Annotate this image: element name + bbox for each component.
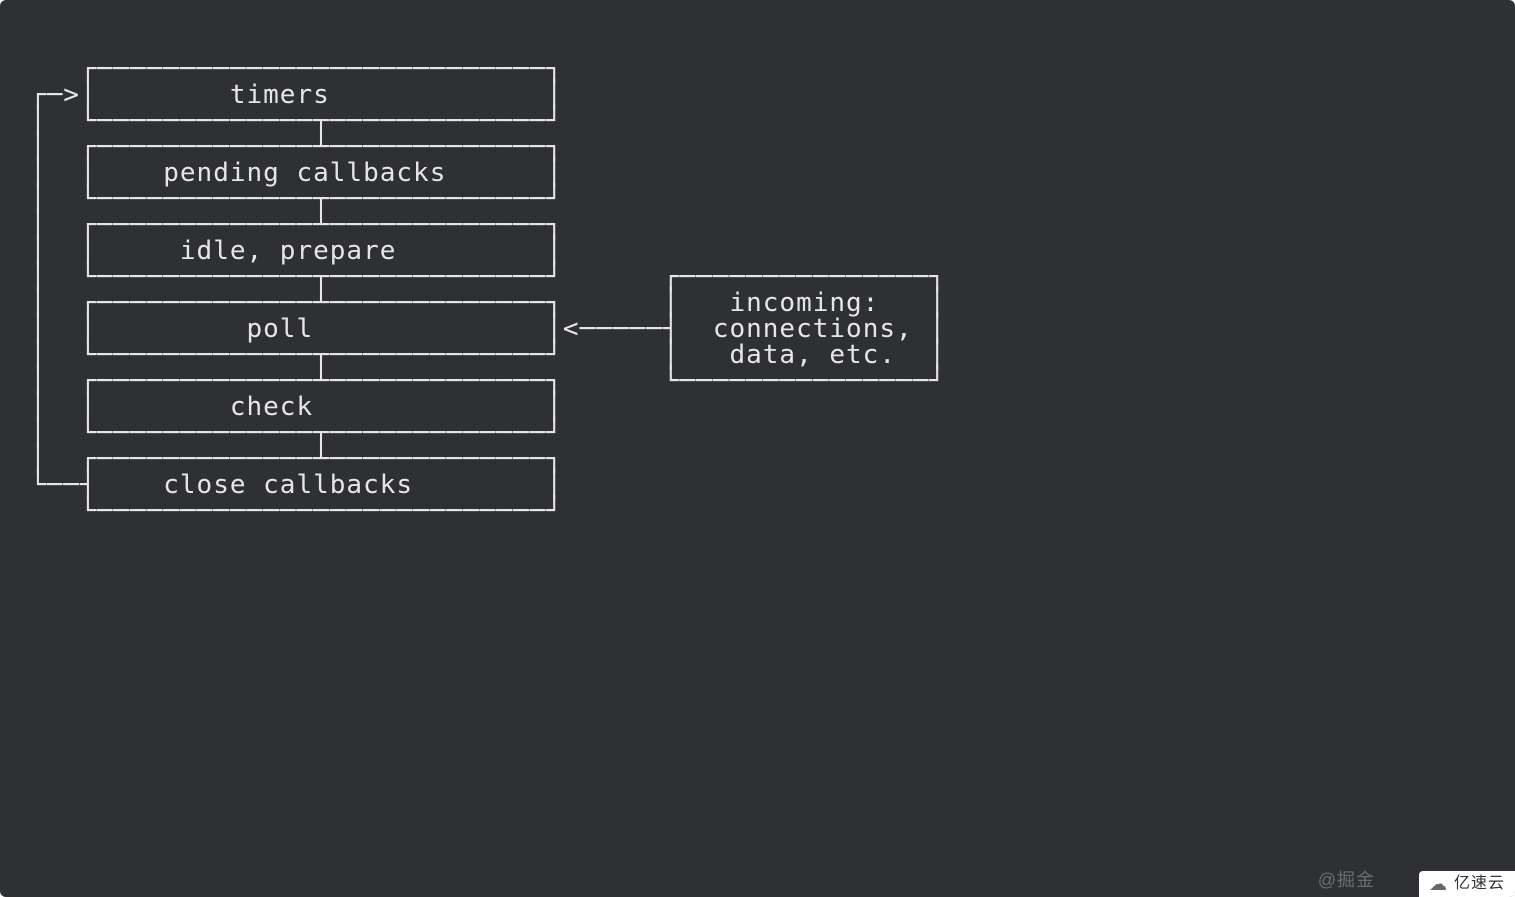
watermark-text: 亿速云 <box>1454 876 1505 892</box>
incoming-line3: data, etc. <box>729 340 896 370</box>
phase-close: close callbacks <box>163 470 413 500</box>
diagram-frame: ┌───────────────────────────┐ ┌─>│ timer… <box>0 0 1515 897</box>
phase-check: check <box>230 392 313 422</box>
phase-pending: pending callbacks <box>163 158 446 188</box>
cloud-icon: ☁ <box>1429 875 1448 893</box>
watermark-yisu: ☁ 亿速云 <box>1419 871 1515 897</box>
watermark-juejin: @掘金 <box>1318 871 1375 889</box>
phase-poll: poll <box>247 314 314 344</box>
ascii-diagram: ┌───────────────────────────┐ ┌─>│ timer… <box>30 56 946 524</box>
phase-idle: idle, prepare <box>180 236 397 266</box>
phase-timers: timers <box>230 80 330 110</box>
